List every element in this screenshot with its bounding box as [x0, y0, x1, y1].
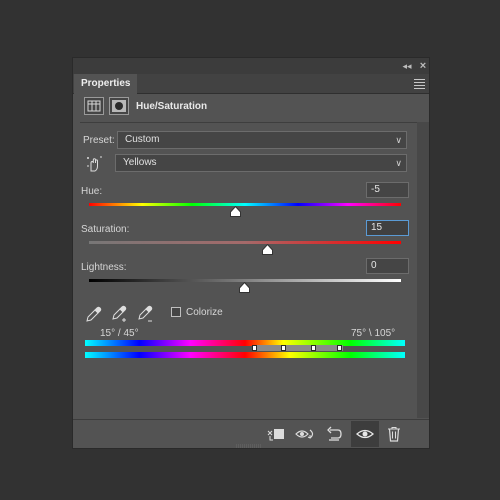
saturation-slider-thumb[interactable] [262, 244, 273, 255]
colorize-checkbox[interactable] [171, 307, 181, 317]
chevron-down-icon: ∨ [395, 135, 402, 145]
clip-to-layer-icon[interactable] [267, 426, 285, 442]
range-left-label: 15° / 45° [100, 328, 139, 339]
lightness-input[interactable]: 0 [366, 258, 409, 274]
chevron-down-icon: ∨ [395, 158, 402, 168]
resize-grip[interactable] [236, 444, 262, 448]
range-selection-bar[interactable] [255, 345, 343, 351]
original-color-bar [85, 352, 405, 358]
saturation-label: Saturation: [81, 224, 130, 235]
hue-slider-track[interactable] [89, 203, 401, 206]
eyedropper-plus-icon[interactable] [110, 304, 130, 324]
trash-icon[interactable] [386, 426, 404, 442]
close-icon[interactable]: × [417, 60, 429, 72]
hue-slider-thumb[interactable] [230, 206, 241, 217]
colorize-label: Colorize [186, 307, 223, 318]
saturation-input[interactable]: 15 [366, 220, 409, 236]
on-image-adjust-hand-icon[interactable] [84, 154, 104, 174]
bottom-toolbar [73, 419, 429, 447]
range-marker-inner-right[interactable] [311, 345, 316, 351]
double-chevron-left-icon[interactable]: ◂◂ [401, 60, 413, 72]
range-marker-left[interactable] [252, 345, 257, 351]
lightness-slider-thumb[interactable] [239, 282, 250, 293]
preset-value: Custom [125, 134, 160, 145]
layer-mask-icon[interactable] [109, 97, 129, 115]
preset-dropdown[interactable]: Custom ∨ [117, 131, 407, 149]
divider [80, 122, 417, 123]
tab-properties[interactable]: Properties [74, 74, 138, 94]
lightness-label: Lightness: [81, 262, 127, 273]
range-right-label: 75° \ 105° [351, 328, 396, 339]
eyedropper-minus-icon[interactable] [136, 304, 156, 324]
range-marker-right[interactable] [337, 345, 342, 351]
channel-dropdown[interactable]: Yellows ∨ [115, 154, 407, 172]
hue-input[interactable]: -5 [366, 182, 409, 198]
panel-menu-icon[interactable] [414, 79, 425, 89]
range-marker-inner-left[interactable] [281, 345, 286, 351]
preset-label: Preset: [83, 135, 115, 146]
properties-panel: ◂◂ × Properties Hue/Saturation Preset: C… [72, 57, 430, 449]
eye-icon[interactable] [351, 421, 379, 447]
panel-tab-row: Properties [73, 74, 429, 94]
scrollbar[interactable] [417, 122, 429, 418]
eyedropper-icon[interactable] [84, 304, 104, 324]
saturation-slider-track[interactable] [89, 241, 401, 244]
panel-top-strip: ◂◂ × [73, 58, 429, 74]
panel-title: Hue/Saturation [136, 101, 208, 112]
hue-saturation-adjustment-icon[interactable] [84, 97, 104, 115]
adjusted-color-bar [85, 340, 405, 346]
reset-icon[interactable] [325, 426, 343, 442]
channel-value: Yellows [123, 157, 157, 168]
adjustment-header: Hue/Saturation [73, 95, 429, 121]
hue-label: Hue: [81, 186, 103, 197]
view-previous-state-icon[interactable] [295, 426, 314, 442]
